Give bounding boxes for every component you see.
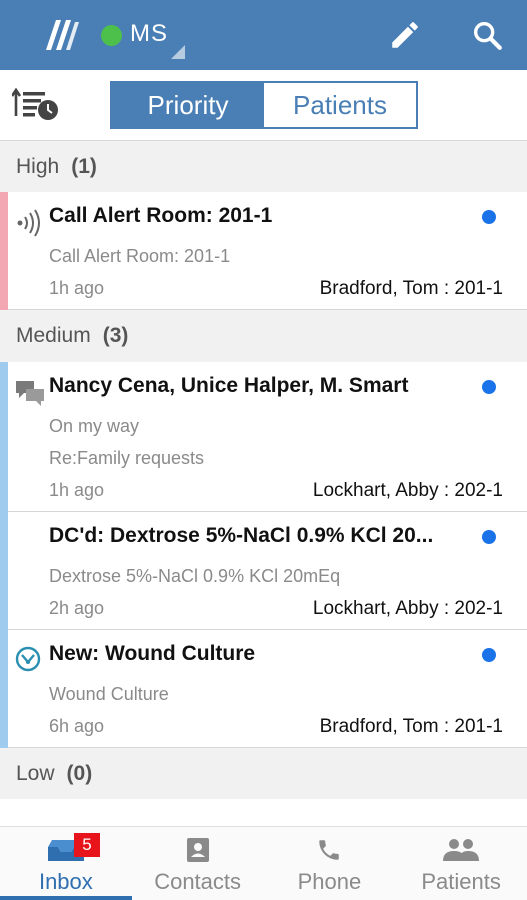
section-header-high[interactable]: High (1) <box>0 142 527 192</box>
message-preview: Wound Culture <box>49 684 169 704</box>
message-item[interactable]: Call Alert Room: 201-1 Call Alert Room: … <box>0 192 527 310</box>
inbox-unread-badge: 5 <box>74 833 100 857</box>
section-header-low[interactable]: Low (0) <box>0 749 527 799</box>
message-title: DC'd: Dextrose 5%-NaCl 0.9% KCl 20... <box>49 524 434 547</box>
unread-indicator <box>482 380 496 394</box>
section-label: High <box>16 155 60 178</box>
section-count: (3) <box>102 324 129 347</box>
phone-icon <box>264 837 396 863</box>
patient-room: Bradford, Tom : 201-1 <box>319 278 503 299</box>
section-label: Low <box>16 762 55 785</box>
message-item[interactable]: Nancy Cena, Unice Halper, M. Smart On my… <box>0 362 527 512</box>
filter-toolbar: Priority Patients <box>0 70 527 141</box>
section-count: (1) <box>71 155 97 178</box>
nav-patients[interactable]: Patients <box>395 827 527 900</box>
patient-room: Bradford, Tom : 201-1 <box>319 716 503 737</box>
nav-label: Contacts <box>154 869 242 894</box>
section-label: Medium <box>16 324 91 347</box>
unread-indicator <box>482 648 496 662</box>
message-item[interactable]: DC'd: Dextrose 5%-NaCl 0.9% KCl 20... De… <box>0 512 527 630</box>
section-header-medium[interactable]: Medium (3) <box>0 311 527 361</box>
empty-list-area <box>0 799 527 826</box>
nav-label: Inbox <box>38 869 93 894</box>
unit-dropdown-indicator-icon[interactable] <box>171 45 185 59</box>
lab-result-icon <box>14 645 42 678</box>
message-subject: Re:Family requests <box>49 448 205 468</box>
contacts-book-icon <box>132 837 264 863</box>
message-title: Call Alert Room: 201-1 <box>49 204 273 227</box>
patients-people-icon <box>395 837 527 863</box>
nav-contacts[interactable]: Contacts <box>132 827 264 900</box>
search-icon[interactable] <box>470 18 504 57</box>
message-preview: Dextrose 5%-NaCl 0.9% KCl 20mEq <box>49 566 341 586</box>
app-logo-icon[interactable] <box>42 16 80 57</box>
compose-pencil-icon[interactable] <box>388 18 422 57</box>
chat-icon <box>14 377 46 412</box>
tab-patients[interactable]: Patients <box>264 83 416 127</box>
section-count: (0) <box>66 762 93 785</box>
message-time: 2h ago <box>49 598 105 618</box>
unread-indicator <box>482 530 496 544</box>
nav-label: Patients <box>421 869 501 894</box>
message-time: 6h ago <box>49 716 105 736</box>
patient-room: Lockhart, Abby : 202-1 <box>312 480 503 501</box>
presence-status-icon[interactable] <box>101 25 122 46</box>
nav-phone[interactable]: Phone <box>264 827 396 900</box>
message-item[interactable]: New: Wound Culture Wound Culture 6h ago … <box>0 630 527 748</box>
message-title: Nancy Cena, Unice Halper, M. Smart <box>49 374 409 397</box>
message-time: 1h ago <box>49 278 105 298</box>
priority-stripe-medium <box>0 362 8 748</box>
priority-stripe-high <box>0 192 8 310</box>
nav-label: Phone <box>297 869 362 894</box>
call-alert-icon <box>14 207 44 242</box>
inbox-tray-icon <box>0 837 132 863</box>
patient-room: Lockhart, Abby : 202-1 <box>312 598 503 619</box>
view-segment-control: Priority Patients <box>110 81 418 129</box>
app-bar: MS <box>0 0 527 70</box>
message-preview: On my way <box>49 416 140 436</box>
unit-name[interactable]: MS <box>130 20 168 48</box>
tab-priority[interactable]: Priority <box>112 83 264 127</box>
message-time: 1h ago <box>49 480 105 500</box>
sort-by-time-icon[interactable] <box>10 86 60 127</box>
message-preview: Call Alert Room: 201-1 <box>49 246 231 266</box>
bottom-navigation: 5 Inbox Contacts Phone Patients <box>0 826 527 900</box>
unread-indicator <box>482 210 496 224</box>
nav-inbox[interactable]: 5 Inbox <box>0 827 132 900</box>
message-title: New: Wound Culture <box>49 642 256 665</box>
